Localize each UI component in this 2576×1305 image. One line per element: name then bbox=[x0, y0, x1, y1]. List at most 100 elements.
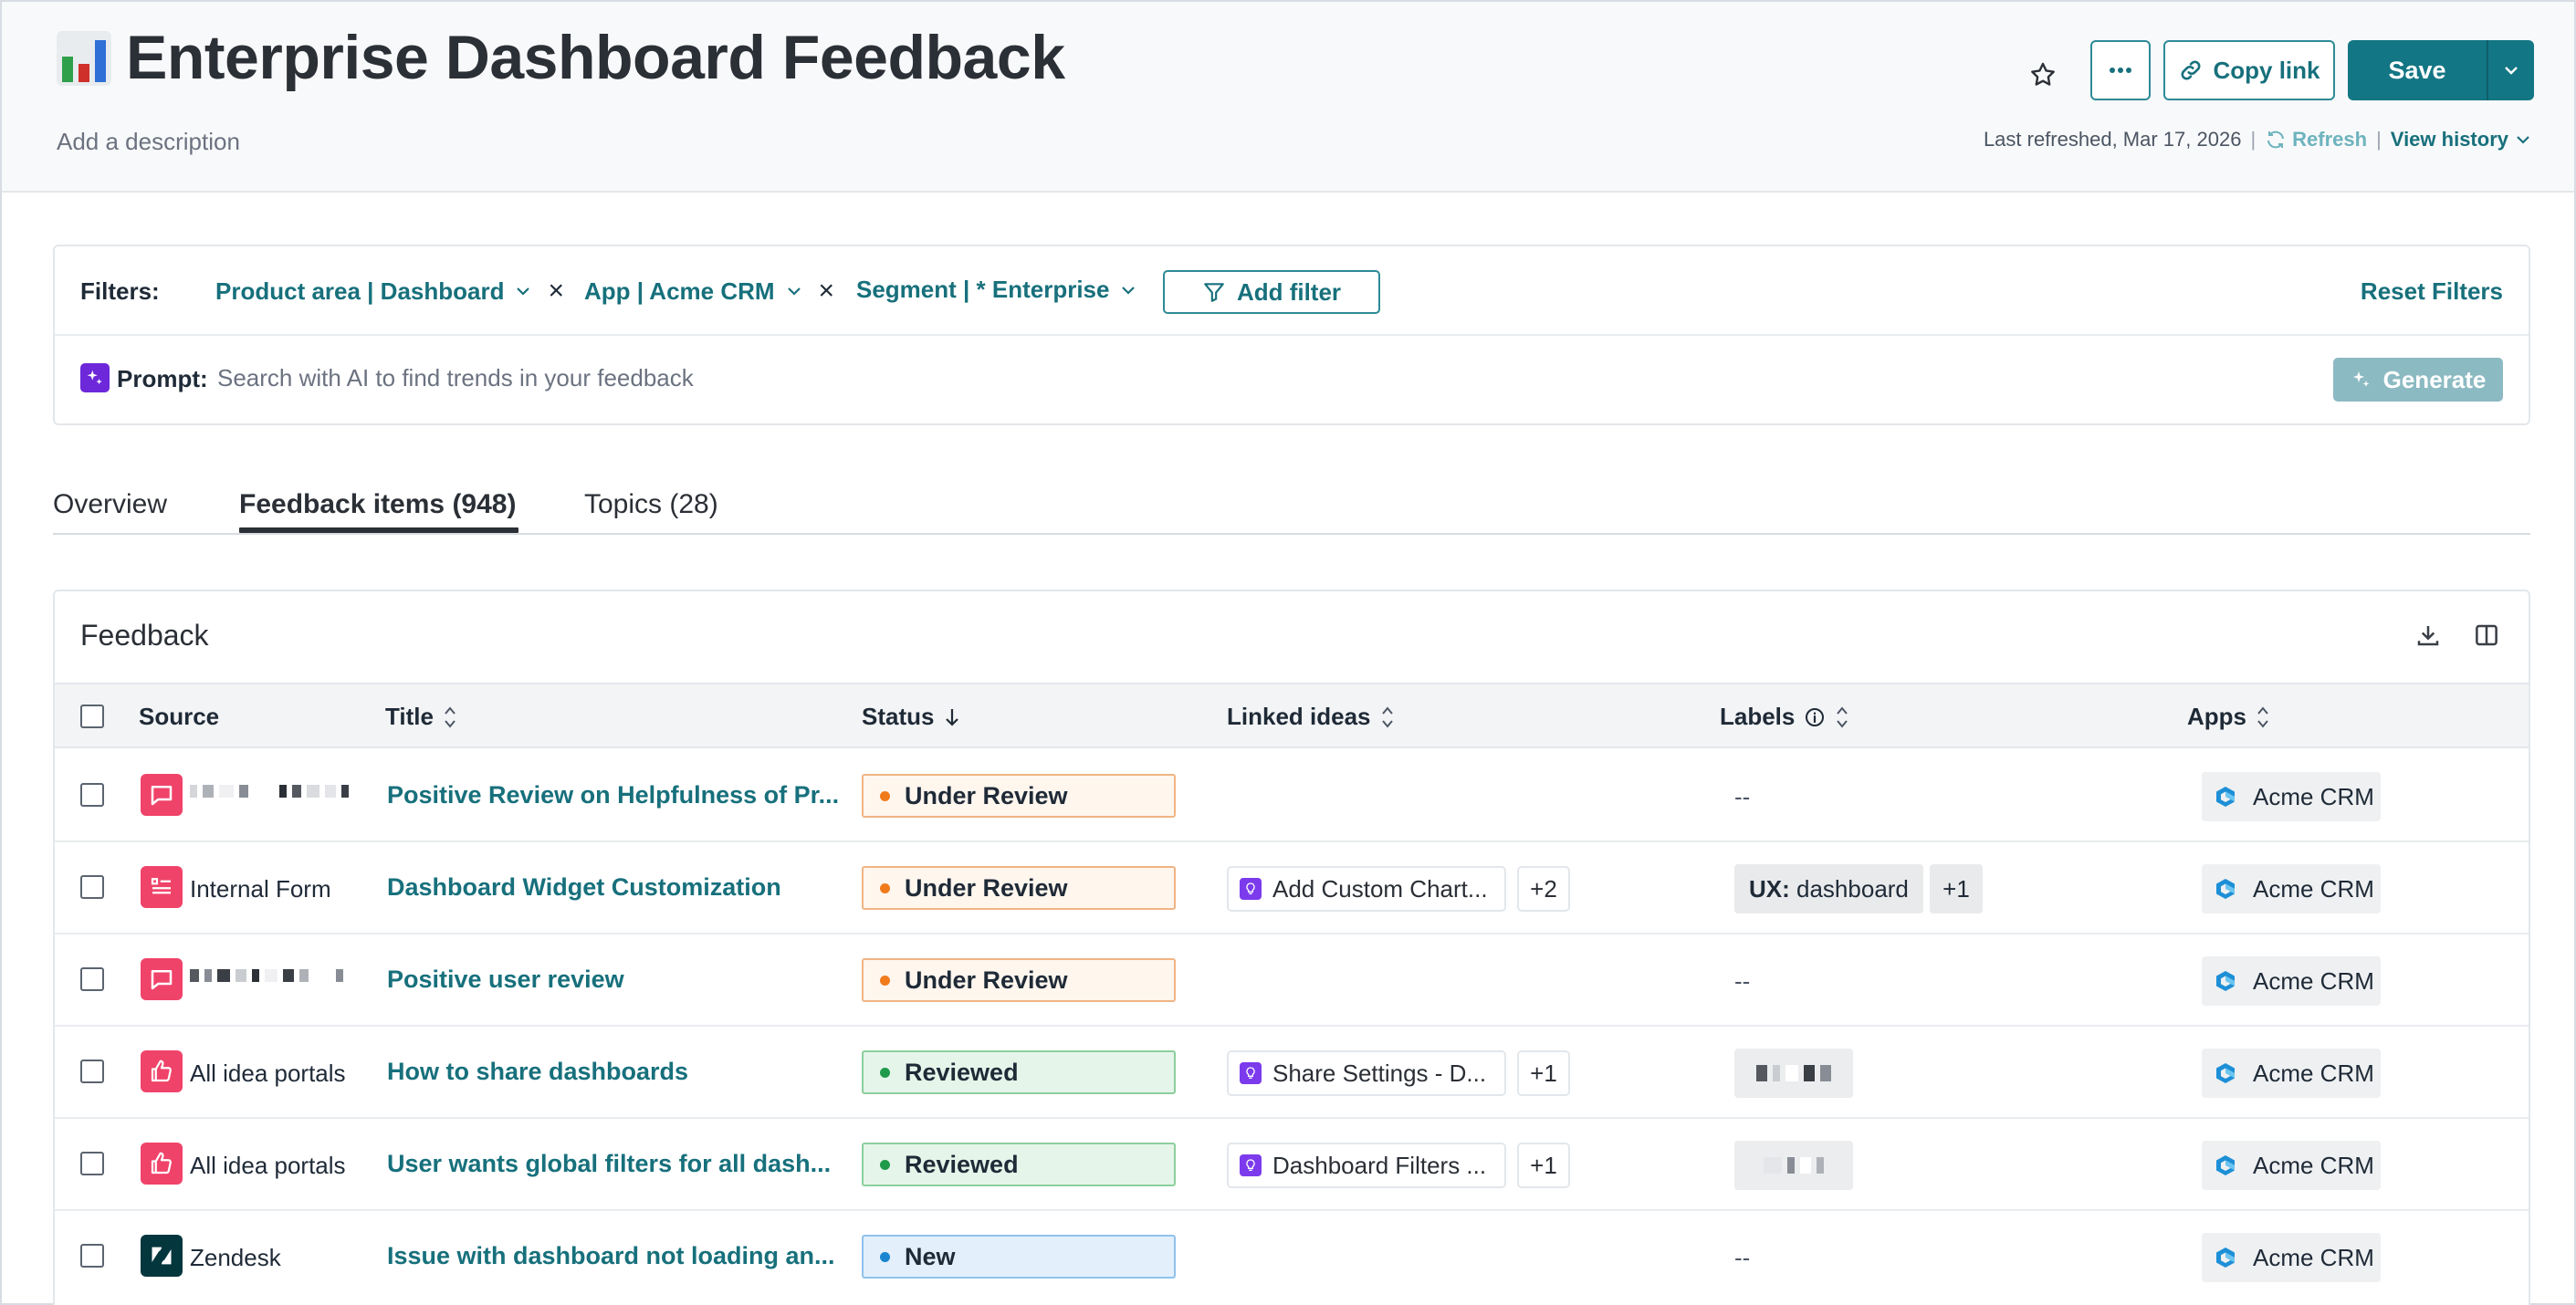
row-checkbox[interactable] bbox=[80, 1244, 104, 1268]
labels-empty: -- bbox=[1734, 1244, 1751, 1271]
linked-idea-chip[interactable]: Dashboard Filters ... bbox=[1227, 1143, 1506, 1188]
column-header-status[interactable]: Status bbox=[862, 703, 961, 731]
filter-chip-product-area[interactable]: Product area | Dashboard × bbox=[215, 276, 564, 307]
reset-filters-link[interactable]: Reset Filters bbox=[2361, 277, 2503, 306]
select-all-checkbox[interactable] bbox=[80, 705, 104, 728]
status-dot bbox=[880, 1159, 890, 1170]
table-row[interactable]: All idea portals How to share dashboards… bbox=[55, 1027, 2529, 1119]
app-chip[interactable]: Acme CRM bbox=[2202, 1141, 2381, 1190]
lightbulb-icon bbox=[1240, 1062, 1262, 1084]
linked-idea-label: Dashboard Filters ... bbox=[1272, 1151, 1487, 1179]
tab-overview[interactable]: Overview bbox=[53, 489, 167, 520]
feedback-title-link[interactable]: How to share dashboards bbox=[387, 1058, 688, 1086]
columns-button[interactable] bbox=[2470, 619, 2503, 652]
favorite-button[interactable] bbox=[2019, 51, 2067, 99]
status-badge[interactable]: New bbox=[862, 1235, 1176, 1279]
save-button[interactable]: Save bbox=[2348, 40, 2488, 100]
tab-feedback-items[interactable]: Feedback items (948) bbox=[239, 489, 516, 520]
refresh-button[interactable]: Refresh bbox=[2265, 128, 2367, 151]
copy-link-button[interactable]: Copy link bbox=[2163, 40, 2335, 100]
acme-crm-logo-icon bbox=[2216, 1155, 2235, 1175]
more-ideas-badge[interactable]: +1 bbox=[1517, 1050, 1570, 1096]
more-labels-badge[interactable]: +1 bbox=[1930, 864, 1983, 914]
column-header-linked-ideas[interactable]: Linked ideas bbox=[1227, 703, 1395, 731]
status-badge[interactable]: Under Review bbox=[862, 774, 1176, 818]
status-badge[interactable]: Reviewed bbox=[862, 1143, 1176, 1186]
refresh-meta: Last refreshed, Mar 17, 2026 | Refresh |… bbox=[1984, 128, 2530, 151]
table-row[interactable]: Positive Review on Helpfulness of Pr... … bbox=[55, 750, 2529, 842]
columns-icon bbox=[2476, 624, 2497, 646]
feedback-title-link[interactable]: Issue with dashboard not loading an... bbox=[387, 1242, 835, 1270]
column-label: Apps bbox=[2187, 703, 2246, 730]
redacted-label-chip[interactable] bbox=[1734, 1141, 1853, 1190]
more-options-button[interactable] bbox=[2090, 40, 2151, 100]
prompt-input[interactable] bbox=[217, 358, 2225, 398]
tab-topics[interactable]: Topics (28) bbox=[584, 489, 718, 520]
filter-chip-app[interactable]: App | Acme CRM × bbox=[584, 276, 834, 307]
column-header-labels[interactable]: Labels bbox=[1720, 703, 1849, 731]
status-label: Under Review bbox=[905, 873, 1068, 902]
row-checkbox[interactable] bbox=[80, 783, 104, 807]
table-row[interactable]: Internal Form Dashboard Widget Customiza… bbox=[55, 842, 2529, 934]
app-chip[interactable]: Acme CRM bbox=[2202, 772, 2381, 821]
linked-idea-label: Share Settings - D... bbox=[1272, 1059, 1487, 1087]
download-button[interactable] bbox=[2412, 619, 2445, 652]
description-field[interactable]: Add a description bbox=[57, 128, 240, 156]
save-options-button[interactable] bbox=[2488, 65, 2534, 76]
feedback-title-link[interactable]: User wants global filters for all dash..… bbox=[387, 1150, 831, 1178]
separator: | bbox=[2250, 128, 2257, 151]
more-ideas-badge[interactable]: +2 bbox=[1517, 866, 1570, 912]
review-source-icon bbox=[141, 958, 183, 1000]
status-badge[interactable]: Under Review bbox=[862, 866, 1176, 910]
app-chip[interactable]: Acme CRM bbox=[2202, 1049, 2381, 1098]
app-chip[interactable]: Acme CRM bbox=[2202, 956, 2381, 1006]
chevron-down-icon bbox=[517, 287, 530, 296]
table-row[interactable]: Zendesk Issue with dashboard not loading… bbox=[55, 1211, 2529, 1303]
view-history-button[interactable]: View history bbox=[2391, 128, 2530, 151]
more-ideas-badge[interactable]: +1 bbox=[1517, 1143, 1570, 1188]
redacted-source bbox=[190, 969, 343, 982]
separator: | bbox=[2376, 128, 2382, 151]
status-label: Reviewed bbox=[905, 1150, 1019, 1178]
feedback-title-link[interactable]: Dashboard Widget Customization bbox=[387, 873, 781, 902]
status-badge[interactable]: Reviewed bbox=[862, 1050, 1176, 1094]
feedback-title-link[interactable]: Positive Review on Helpfulness of Pr... bbox=[387, 781, 839, 809]
app-chip[interactable]: Acme CRM bbox=[2202, 1233, 2381, 1282]
source-name: Zendesk bbox=[190, 1244, 281, 1271]
table-row[interactable]: Positive user review Under Review -- Acm… bbox=[55, 934, 2529, 1027]
add-filter-button[interactable]: Add filter bbox=[1163, 270, 1380, 314]
filter-chip-label: Product area | Dashboard bbox=[215, 277, 505, 305]
remove-filter-icon[interactable]: × bbox=[819, 276, 835, 307]
linked-idea-chip[interactable]: Add Custom Chart... bbox=[1227, 866, 1506, 912]
save-button-group: Save bbox=[2348, 40, 2534, 100]
column-label: Labels bbox=[1720, 703, 1796, 730]
column-header-apps[interactable]: Apps bbox=[2187, 703, 2270, 731]
thumbs-up-icon bbox=[141, 1143, 183, 1185]
add-filter-label: Add filter bbox=[1236, 277, 1342, 306]
filters-label: Filters: bbox=[80, 277, 160, 305]
row-checkbox[interactable] bbox=[80, 967, 104, 991]
filter-chip-segment[interactable]: Segment | * Enterprise bbox=[856, 276, 1136, 304]
sort-icon bbox=[1381, 705, 1393, 728]
ellipsis-icon bbox=[2110, 68, 2131, 73]
chevron-down-icon bbox=[1122, 286, 1136, 295]
linked-idea-chip[interactable]: Share Settings - D... bbox=[1227, 1050, 1506, 1096]
remove-filter-icon[interactable]: × bbox=[548, 276, 564, 307]
chevron-down-icon bbox=[2505, 67, 2518, 75]
row-checkbox[interactable] bbox=[80, 875, 104, 899]
label-chip[interactable]: UX: dashboard bbox=[1734, 864, 1923, 914]
feedback-title-link[interactable]: Positive user review bbox=[387, 966, 624, 994]
status-badge[interactable]: Under Review bbox=[862, 958, 1176, 1002]
column-header-title[interactable]: Title bbox=[385, 703, 457, 731]
row-checkbox[interactable] bbox=[80, 1060, 104, 1083]
ai-sparkle-icon bbox=[2352, 371, 2370, 387]
row-checkbox[interactable] bbox=[80, 1152, 104, 1175]
filters-row: Filters: Product area | Dashboard × App … bbox=[55, 246, 2529, 336]
table-row[interactable]: All idea portals User wants global filte… bbox=[55, 1119, 2529, 1211]
generate-button[interactable]: Generate bbox=[2333, 358, 2503, 402]
status-dot bbox=[880, 1251, 890, 1262]
arrow-down-icon bbox=[946, 708, 959, 726]
app-chip[interactable]: Acme CRM bbox=[2202, 864, 2381, 914]
sort-icon bbox=[1837, 705, 1848, 728]
redacted-label-chip[interactable] bbox=[1734, 1049, 1853, 1098]
